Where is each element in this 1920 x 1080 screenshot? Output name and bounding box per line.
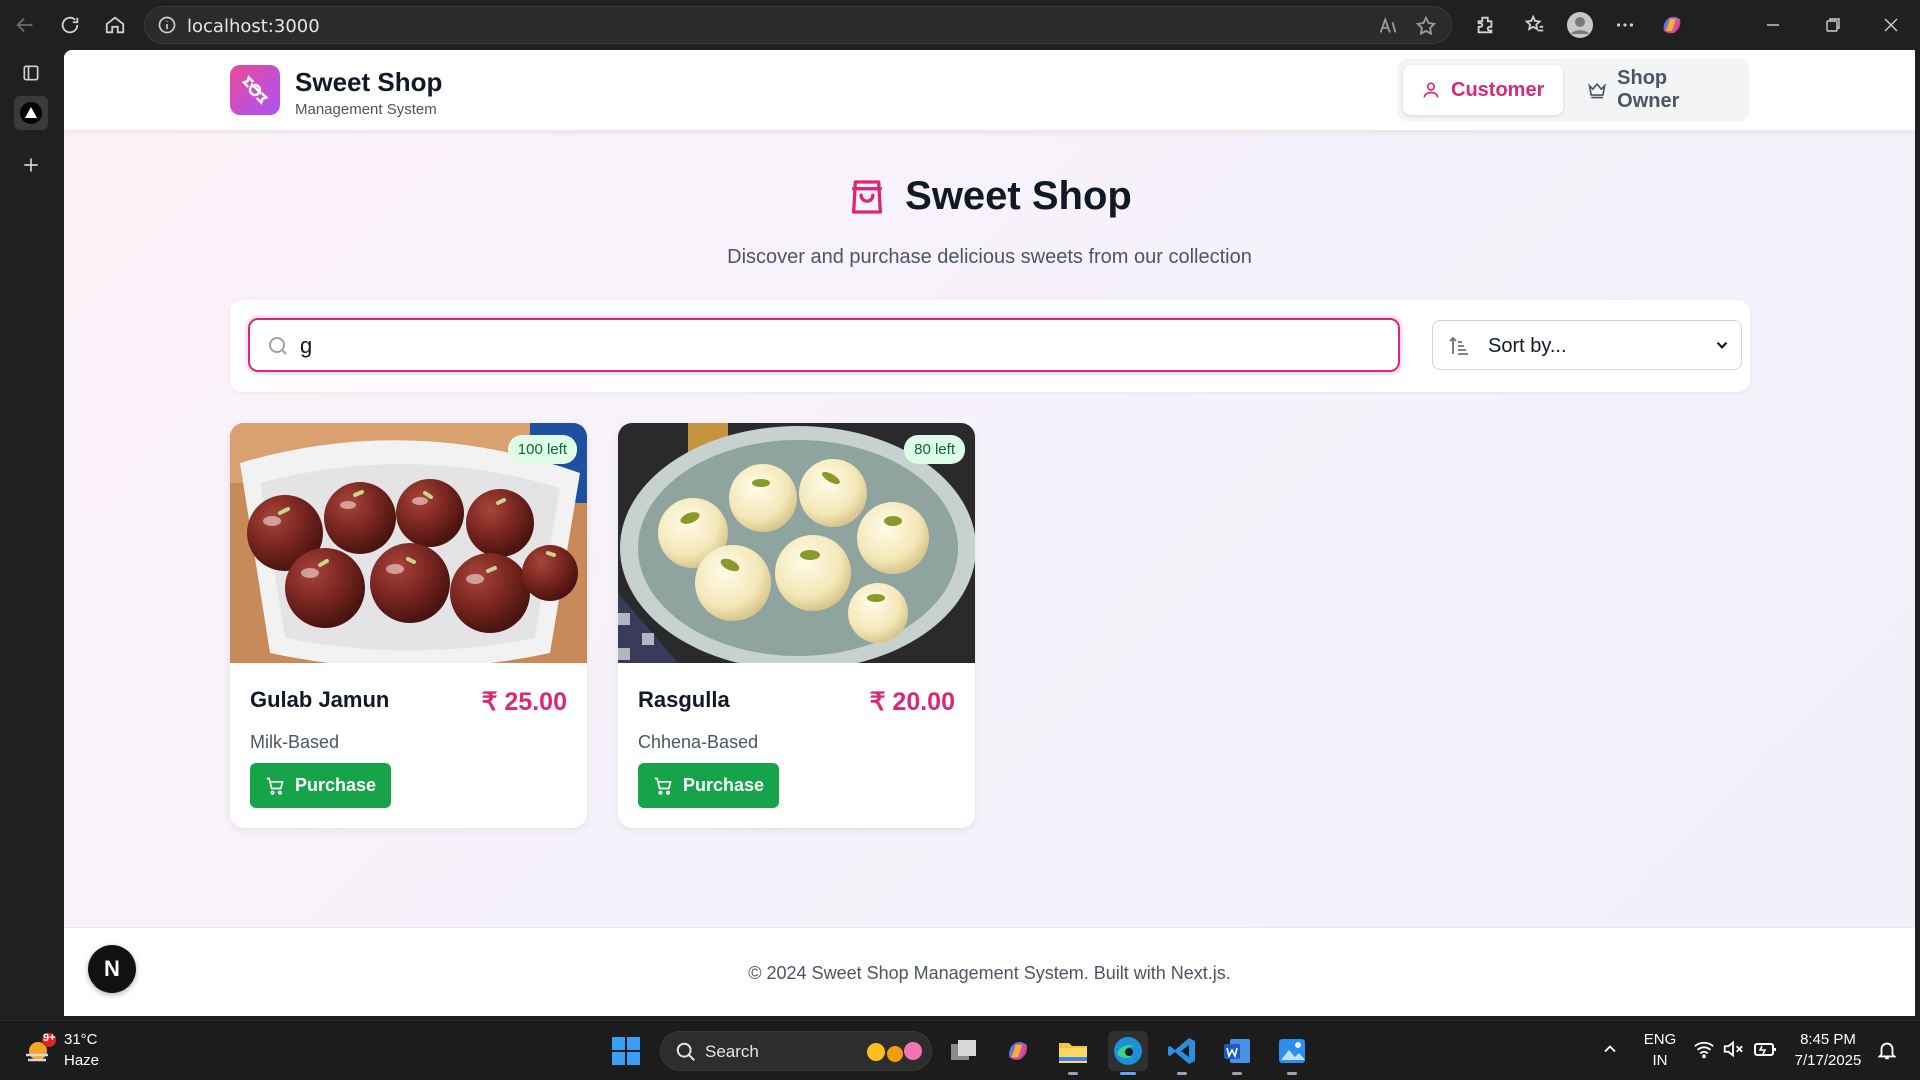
product-card: 100 left Gulab Jamun ₹ 25.00 Milk-Based … <box>230 423 587 828</box>
sort-ascending-icon <box>1447 334 1471 363</box>
web-page: Sweet Shop Management System Customer Sh… <box>64 50 1915 1016</box>
copilot-icon[interactable] <box>1657 10 1687 40</box>
emoji-decoration-icon <box>865 1041 925 1068</box>
file-explorer-icon[interactable] <box>1053 1031 1093 1075</box>
language-indicator[interactable]: ENG IN <box>1640 1031 1680 1069</box>
home-icon[interactable] <box>100 10 130 40</box>
page-title-text: Sweet Shop <box>905 174 1132 218</box>
page-footer: © 2024 Sweet Shop Management System. Bui… <box>64 927 1915 1016</box>
brand-title: Sweet Shop <box>295 67 443 97</box>
start-windows-icon[interactable] <box>606 1031 646 1071</box>
search-box[interactable] <box>248 318 1400 372</box>
more-options-icon[interactable] <box>1610 10 1640 40</box>
page-subtitle: Discover and purchase delicious sweets f… <box>727 246 1252 268</box>
shop-owner-role-label: Shop Owner <box>1617 67 1680 112</box>
product-category: Chhena-Based <box>638 732 759 752</box>
product-name: Rasgulla <box>638 687 730 712</box>
language-region: IN <box>1652 1052 1668 1069</box>
weather-temperature: 31°C <box>64 1031 98 1048</box>
candy-logo-icon <box>230 65 280 115</box>
clock[interactable]: 8:45 PM 7/17/2025 <box>1788 1031 1868 1069</box>
app-header: Sweet Shop Management System Customer Sh… <box>64 50 1915 130</box>
purchase-button[interactable]: Purchase <box>638 763 779 808</box>
product-card: 80 left Rasgulla ₹ 20.00 Chhena-Based Pu… <box>618 423 975 828</box>
weather-icon[interactable]: 9+ <box>22 1032 56 1072</box>
filter-card: Sort by... <box>230 300 1750 392</box>
running-indicator <box>1177 1072 1187 1075</box>
brand-subtitle: Management System <box>295 101 437 118</box>
product-image-rasgulla: 80 left <box>618 423 975 663</box>
chevron-up-icon[interactable] <box>1600 1039 1620 1064</box>
edge-browser-icon[interactable] <box>1108 1031 1148 1075</box>
battery-icon[interactable] <box>1753 1039 1777 1064</box>
sort-select[interactable]: Sort by... <box>1432 320 1742 370</box>
close-icon[interactable] <box>1876 10 1906 40</box>
extensions-icon[interactable] <box>1470 10 1500 40</box>
vscode-icon[interactable] <box>1162 1031 1202 1075</box>
search-input[interactable] <box>300 330 1380 362</box>
active-indicator <box>1120 1072 1136 1075</box>
product-price: ₹ 25.00 <box>481 688 567 716</box>
restore-icon[interactable] <box>1818 10 1848 40</box>
taskbar-search[interactable]: Search <box>660 1031 932 1071</box>
windows-taskbar: 9+ 31°C Haze Search ENG IN 8:45 PM 7/17/… <box>0 1020 1920 1080</box>
search-icon <box>266 334 290 363</box>
page-title: Sweet Shop <box>64 174 1915 219</box>
wifi-icon[interactable] <box>1693 1039 1715 1064</box>
clock-time: 8:45 PM <box>1800 1031 1856 1048</box>
notification-bell-icon[interactable] <box>1876 1039 1898 1066</box>
favorites-icon[interactable] <box>1520 10 1550 40</box>
sort-selected-value: Sort by... <box>1488 335 1567 357</box>
footer-copyright: © 2024 Sweet Shop Management System. Bui… <box>748 963 1231 983</box>
copilot-app-icon[interactable] <box>998 1031 1038 1071</box>
back-icon[interactable] <box>10 10 40 40</box>
nextjs-dev-badge[interactable]: N <box>88 945 136 993</box>
favorite-star-icon[interactable] <box>1415 15 1437 42</box>
language-code: ENG <box>1643 1031 1677 1048</box>
shopping-bag-icon <box>852 179 883 214</box>
profile-avatar-icon[interactable] <box>1565 10 1595 40</box>
customer-role-label: Customer <box>1451 78 1545 101</box>
volume-muted-icon[interactable] <box>1722 1039 1744 1064</box>
role-switch: Customer Shop Owner <box>1397 59 1749 121</box>
url-text: localhost:3000 <box>187 16 320 37</box>
read-aloud-icon[interactable] <box>1377 15 1399 42</box>
minimize-icon[interactable] <box>1758 10 1788 40</box>
search-icon <box>675 1041 697 1068</box>
cart-icon <box>266 777 284 795</box>
chevron-down-icon <box>1713 336 1731 359</box>
customer-role-button[interactable]: Customer <box>1403 65 1563 115</box>
user-icon <box>1423 82 1439 98</box>
site-info-icon[interactable] <box>157 15 177 40</box>
crown-icon <box>1588 82 1606 99</box>
running-indicator <box>1068 1072 1078 1075</box>
taskbar-search-label: Search <box>705 1042 759 1061</box>
purchase-button-label: Purchase <box>294 775 377 795</box>
address-bar[interactable]: localhost:3000 <box>144 6 1452 44</box>
tab-actions-icon[interactable] <box>14 56 48 90</box>
purchase-button-label: Purchase <box>682 775 765 795</box>
refresh-icon[interactable] <box>55 10 85 40</box>
running-indicator <box>1232 1072 1242 1075</box>
shop-owner-role-button[interactable]: Shop Owner <box>1569 65 1743 115</box>
browser-toolbar: localhost:3000 <box>0 0 1920 50</box>
product-price: ₹ 20.00 <box>869 688 955 716</box>
new-tab-icon[interactable] <box>14 148 48 182</box>
edge-sidebar <box>0 50 64 1020</box>
weather-badge: 9+ <box>43 1032 56 1044</box>
stock-badge: 100 left <box>507 435 577 464</box>
stock-badge: 80 left <box>904 435 965 464</box>
running-indicator <box>1287 1072 1297 1075</box>
product-name: Gulab Jamun <box>250 687 390 712</box>
task-view-icon[interactable] <box>944 1031 984 1071</box>
weather-condition: Haze <box>64 1052 100 1069</box>
clock-date: 7/17/2025 <box>1794 1052 1862 1069</box>
product-category: Milk-Based <box>250 732 340 752</box>
product-image-gulab-jamun: 100 left <box>230 423 587 663</box>
photos-app-icon[interactable] <box>1272 1031 1312 1075</box>
purchase-button[interactable]: Purchase <box>250 763 391 808</box>
active-tab-favicon-icon[interactable] <box>14 96 48 130</box>
word-icon[interactable] <box>1217 1031 1257 1075</box>
cart-icon <box>654 777 672 795</box>
